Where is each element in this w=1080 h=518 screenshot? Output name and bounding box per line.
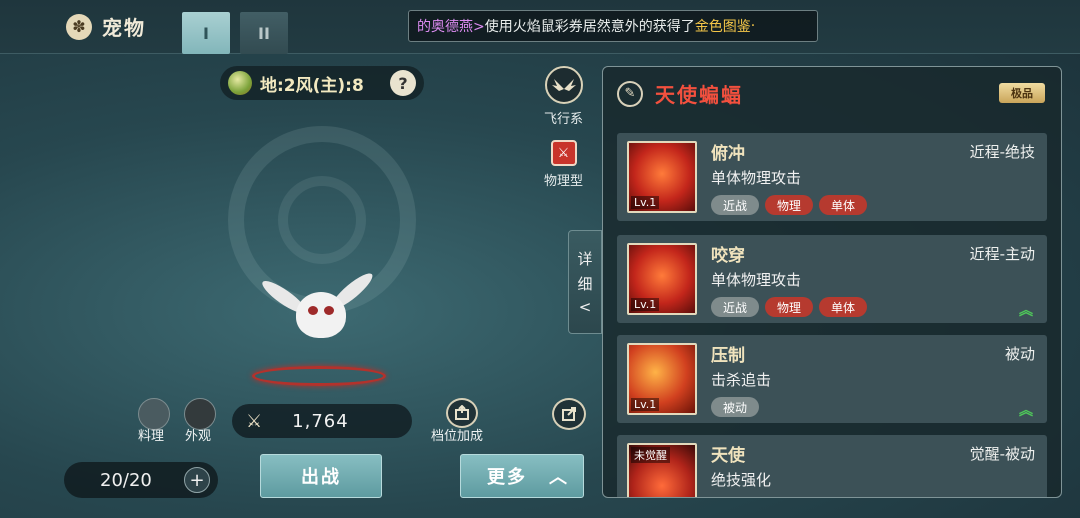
element-orb-icon bbox=[228, 71, 252, 95]
skill-desc: 单体物理攻击 bbox=[711, 169, 802, 187]
physical-type-label: 物理型 bbox=[544, 174, 584, 189]
skill-tag: 近战 bbox=[711, 195, 760, 215]
element-bar: 地:2风(主):8 ? bbox=[220, 66, 424, 100]
skill-desc: 击杀追击 bbox=[711, 371, 772, 389]
skill-tag: 近战 bbox=[711, 297, 760, 317]
announcement-ticker: 的奥德燕> 使用火焰鼠彩券居然意外的获得了 金色图鉴 · bbox=[408, 10, 818, 42]
skill-card[interactable]: 未觉醒 天使 觉醒-被动 绝技强化 bbox=[617, 435, 1047, 497]
edit-name-icon[interactable]: ✎ bbox=[617, 80, 643, 107]
skill-tag: 物理 bbox=[765, 195, 814, 215]
panel-header: ✎ 天使蝙蝠 bbox=[617, 79, 743, 108]
help-button[interactable]: ? bbox=[390, 70, 416, 96]
skill-type: 近程-主动 bbox=[969, 245, 1035, 263]
suppress-skill-icon: Lv.1 bbox=[627, 343, 697, 415]
chevron-up-icon: ︿ bbox=[549, 467, 569, 488]
skill-tags: 近战 物理 单体 bbox=[711, 195, 868, 215]
skill-name: 压制 bbox=[711, 346, 745, 366]
pet-eye-right bbox=[324, 306, 334, 315]
grade-badge: 极品 bbox=[999, 83, 1045, 103]
detail-tab-char-2: 细 bbox=[577, 275, 593, 293]
dive-skill-icon: Lv.1 bbox=[627, 141, 697, 213]
power-value: 1,764 bbox=[292, 410, 349, 432]
skill-card[interactable]: Lv.1 咬穿 近程-主动 单体物理攻击 近战 物理 单体 ︽ bbox=[617, 235, 1047, 323]
detail-tab[interactable]: 详 细 < bbox=[568, 230, 602, 334]
pet-eye-left bbox=[308, 306, 318, 315]
skill-name: 俯冲 bbox=[711, 144, 745, 164]
skill-type: 近程-绝技 bbox=[969, 143, 1035, 161]
add-slot-button[interactable]: + bbox=[184, 467, 210, 493]
share-button[interactable] bbox=[552, 398, 586, 430]
skill-tag: 物理 bbox=[765, 297, 814, 317]
ticker-message: 使用火焰鼠彩券居然意外的获得了 bbox=[484, 19, 695, 35]
slot-bonus-label: 档位加成 bbox=[431, 429, 484, 444]
cooking-label: 料理 bbox=[138, 429, 165, 444]
ticker-tail: · bbox=[750, 18, 756, 34]
skill-level: 未觉醒 bbox=[631, 447, 670, 463]
page-title: 宠物 bbox=[102, 16, 146, 40]
slot-bonus-icon bbox=[455, 405, 469, 420]
pet-count: 20/20 bbox=[100, 469, 152, 491]
skill-type: 觉醒-被动 bbox=[969, 445, 1035, 463]
more-button-label: 更多 bbox=[487, 467, 527, 488]
pet-platform-ring bbox=[252, 366, 386, 386]
flying-type: 飞行系 bbox=[544, 66, 583, 127]
skill-type: 被动 bbox=[1004, 345, 1035, 363]
angel-skill-icon: 未觉醒 bbox=[627, 443, 697, 497]
skill-desc: 绝技强化 bbox=[711, 471, 772, 489]
bat-wings-icon bbox=[544, 66, 583, 104]
skill-tag: 单体 bbox=[819, 195, 868, 215]
skill-tags: 被动 bbox=[711, 397, 760, 417]
tab-2[interactable]: II bbox=[240, 12, 288, 54]
upgrade-arrow-icon: ︽ bbox=[1019, 403, 1033, 419]
share-icon bbox=[562, 407, 576, 421]
bite-skill-icon: Lv.1 bbox=[627, 243, 697, 315]
skill-level: Lv.1 bbox=[631, 398, 660, 411]
skill-name: 咬穿 bbox=[711, 246, 745, 266]
pet-info-panel: ✎ 天使蝙蝠 极品 Lv.1 俯冲 近程-绝技 单体物理攻击 近战 物理 单体 … bbox=[602, 66, 1062, 498]
ticker-player-name: 的奥德燕> bbox=[417, 19, 485, 35]
upgrade-arrow-icon: ︽ bbox=[1019, 303, 1033, 319]
power-bar: ⚔ 1,764 bbox=[232, 404, 412, 438]
sword-icon: ⚔ bbox=[550, 140, 577, 166]
skill-level: Lv.1 bbox=[631, 196, 660, 209]
chevron-left-icon: < bbox=[578, 298, 592, 316]
flying-type-label: 飞行系 bbox=[544, 112, 584, 127]
page-title-group: ✽ 宠物 bbox=[66, 12, 146, 41]
appearance-label: 外观 bbox=[185, 429, 212, 444]
crossed-swords-icon: ⚔ bbox=[246, 410, 263, 432]
skill-tags: 近战 物理 单体 bbox=[711, 297, 868, 317]
skill-level: Lv.1 bbox=[631, 298, 660, 311]
top-bar: ✽ 宠物 I II 的奥德燕> 使用火焰鼠彩券居然意外的获得了 金色图鉴 · bbox=[0, 0, 1080, 54]
background-sigil-inner bbox=[278, 176, 366, 264]
element-value: 地:2风(主):8 bbox=[260, 75, 364, 96]
pet-model[interactable] bbox=[296, 292, 346, 338]
skill-card[interactable]: Lv.1 压制 被动 击杀追击 被动 ︽ bbox=[617, 335, 1047, 423]
skill-card[interactable]: Lv.1 俯冲 近程-绝技 单体物理攻击 近战 物理 单体 bbox=[617, 133, 1047, 221]
pet-name: 天使蝙蝠 bbox=[655, 83, 743, 107]
detail-tab-char-1: 详 bbox=[577, 250, 593, 268]
ticker-highlight: 金色图鉴 bbox=[694, 19, 751, 35]
slot-bonus-button[interactable] bbox=[446, 398, 478, 428]
more-button[interactable]: 更多 ︿ bbox=[460, 454, 584, 498]
tab-1[interactable]: I bbox=[182, 12, 230, 54]
pet-count-bar: 20/20 + bbox=[64, 462, 218, 498]
skill-desc: 单体物理攻击 bbox=[711, 271, 802, 289]
skill-tag: 单体 bbox=[819, 297, 868, 317]
pet-emblem-icon: ✽ bbox=[66, 13, 92, 40]
skill-name: 天使 bbox=[711, 446, 745, 466]
battle-button[interactable]: 出战 bbox=[260, 454, 382, 498]
physical-type: ⚔ 物理型 bbox=[544, 140, 583, 189]
skill-tag: 被动 bbox=[711, 397, 760, 417]
